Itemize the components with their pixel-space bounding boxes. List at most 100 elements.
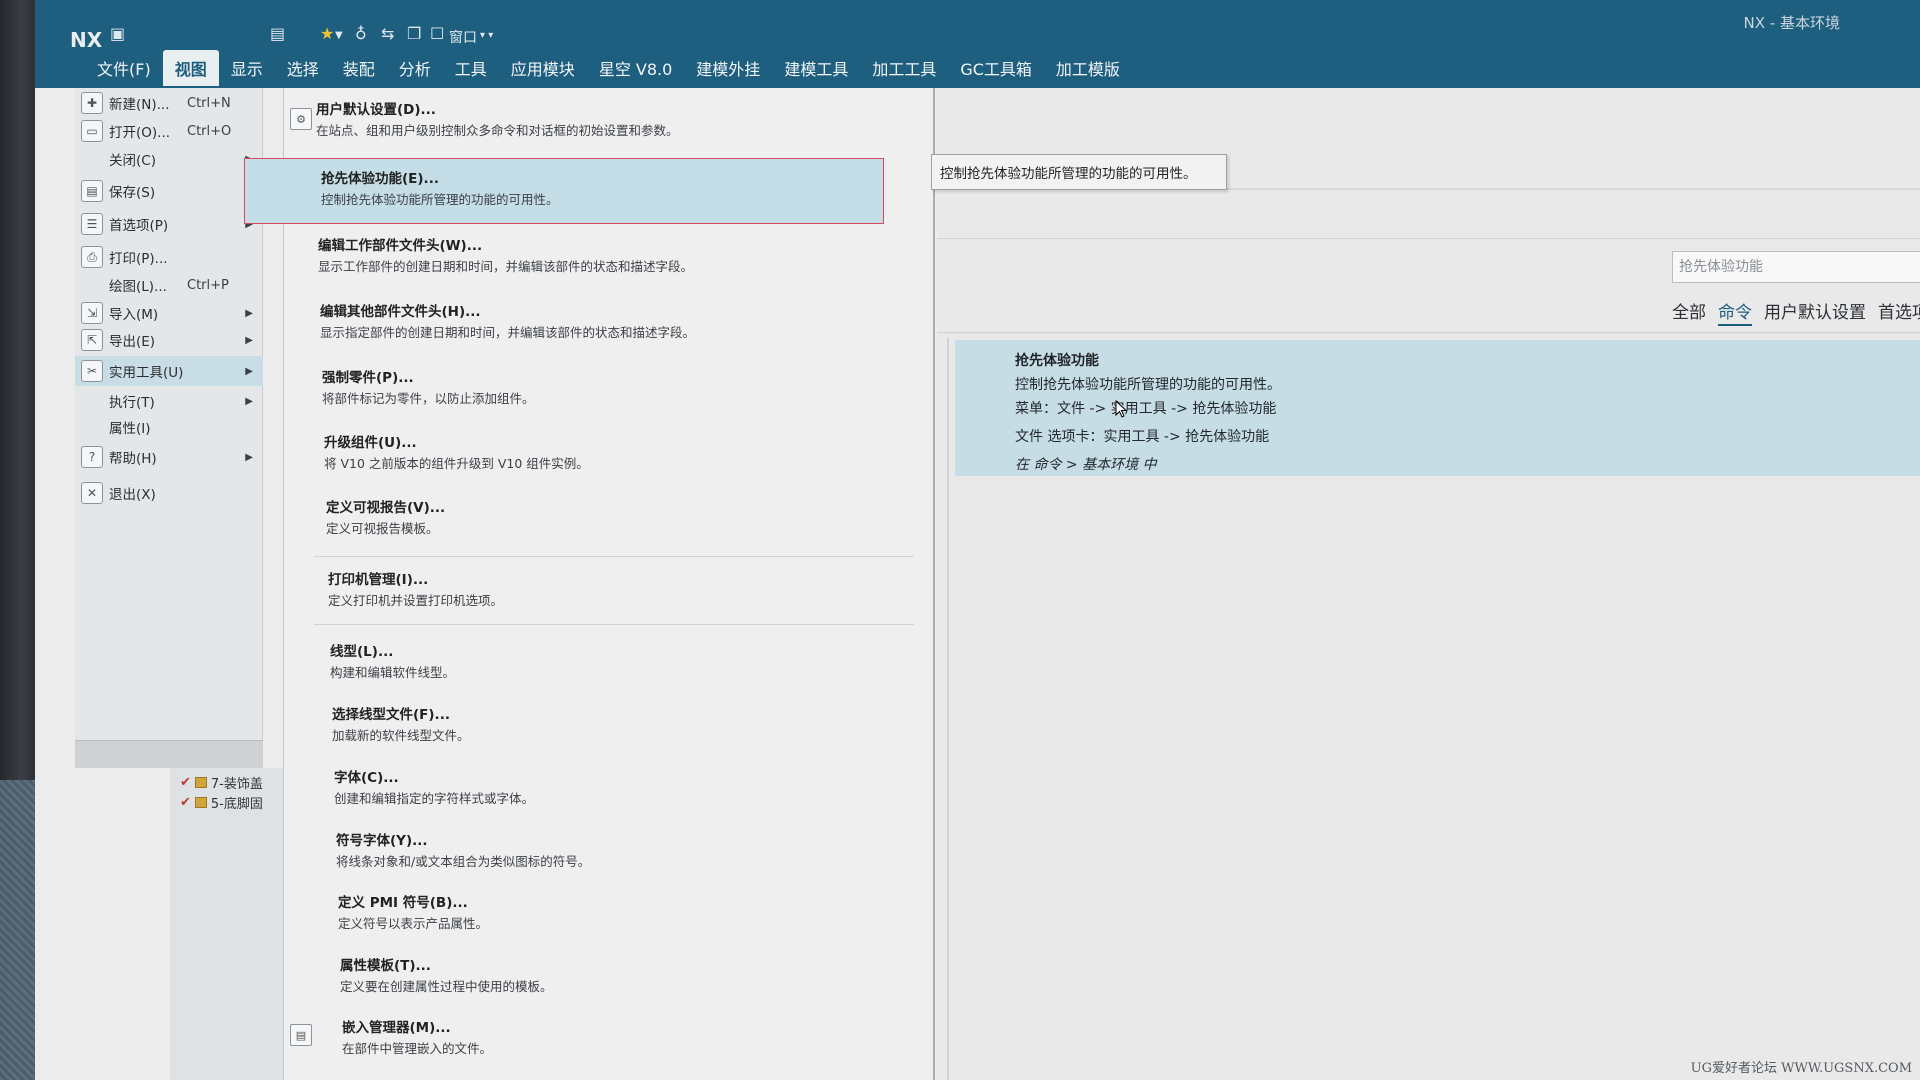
tree-item-label: 7-装饰盖 — [210, 776, 263, 792]
submenu-item-description: 将 V10 之前版本的组件升级到 V10 组件实例。 — [324, 456, 589, 471]
ribbon-tab[interactable]: 建模外挂 — [684, 50, 772, 86]
submenu-item[interactable]: 强制零件(P)... 将部件标记为零件，以防止添加组件。 — [284, 360, 924, 416]
file-menu-item[interactable]: 关闭(C)▶ — [75, 144, 263, 174]
result-title: 抢先体验功能 — [1015, 353, 1099, 369]
file-menu-item[interactable]: ? 帮助(H) ▶ — [75, 442, 263, 472]
ribbon-tab[interactable]: 选择 — [275, 50, 331, 86]
ribbon-tab[interactable]: 工具 — [443, 50, 499, 86]
submenu-item[interactable]: 编辑工作部件文件头(W)... 显示工作部件的创建日期和时间，并编辑该部件的状态和… — [284, 228, 924, 284]
scrollbar-track[interactable] — [947, 338, 949, 1080]
file-menu-label: 退出(X) — [109, 487, 156, 503]
result-description: 控制抢先体验功能所管理的功能的可用性。 — [1015, 377, 1281, 393]
file-menu-item[interactable]: ⇲ 导入(M) ▶ — [75, 298, 263, 328]
shortcut-label: Ctrl+O — [187, 123, 232, 139]
tree-row[interactable]: ✔ 5-底脚固 — [180, 792, 263, 812]
ribbon-tab[interactable]: 星空 V8.0 — [587, 50, 684, 86]
file-menu-item[interactable]: 绘图(L)... Ctrl+P — [75, 270, 263, 300]
submenu-item[interactable]: 升级组件(U)... 将 V10 之前版本的组件升级到 V10 组件实例。 — [284, 425, 924, 481]
submenu-item[interactable]: 用户默认设置(D)... 在站点、组和用户级别控制众多命令和对话框的初始设置和参数… — [284, 92, 924, 148]
print-icon: ⎙ — [81, 246, 103, 268]
file-menu-item[interactable]: ✕ 退出(X) — [75, 478, 263, 508]
filter-tab[interactable]: 全部 — [1672, 298, 1706, 326]
submenu-item-description: 将线条对象和/或文本组合为类似图标的符号。 — [336, 854, 591, 869]
utilities-icon: ✂ — [81, 360, 103, 382]
ribbon-tab[interactable]: 文件(F) — [85, 50, 163, 86]
tree-row[interactable]: ✔ 7-装饰盖 — [180, 772, 263, 792]
tooltip: 控制抢先体验功能所管理的功能的可用性。 — [931, 154, 1227, 190]
submenu-item[interactable]: 字体(C)... 创建和编辑指定的字符样式或字体。 — [284, 760, 924, 816]
ribbon-tab[interactable]: 加工工具 — [860, 50, 948, 86]
submenu-item[interactable]: 定义 PMI 符号(B)... 定义符号以表示产品属性。 — [284, 885, 924, 941]
file-menu-label: 关闭(C) — [109, 153, 156, 169]
window-tile-icon[interactable]: ❐ — [407, 24, 421, 46]
import-icon: ⇲ — [81, 302, 103, 324]
check-icon[interactable]: ✔ — [180, 795, 191, 810]
submenu-item-description: 控制抢先体验功能所管理的功能的可用性。 — [321, 192, 559, 207]
submenu-item[interactable]: 编辑其他部件文件头(H)... 显示指定部件的创建日期和时间，并编辑该部件的状态和… — [284, 294, 924, 350]
command-search-input[interactable]: 抢先体验功能 — [1672, 251, 1920, 283]
ribbon-tab[interactable]: 应用模块 — [499, 50, 587, 86]
ribbon-tab[interactable]: GC工具箱 — [948, 50, 1044, 86]
file-menu-item[interactable]: ✂ 实用工具(U) ▶ — [75, 356, 263, 386]
ribbon-tab[interactable]: 装配 — [331, 50, 387, 86]
component-icon — [194, 796, 207, 808]
ribbon-tab[interactable]: 视图 — [162, 50, 219, 86]
background-fabric — [0, 780, 35, 1080]
file-menu-label: 导出(E) — [109, 334, 156, 350]
submenu-item[interactable]: 定义可视报告(V)... 定义可视报告模板。 — [284, 490, 924, 546]
submenu-item-description: 将部件标记为零件，以防止添加组件。 — [322, 391, 535, 406]
submenu-item[interactable]: 嵌入管理器(M)... 在部件中管理嵌入的文件。 — [284, 1010, 924, 1066]
file-menu-item[interactable]: ▭ 打开(O)... Ctrl+O — [75, 116, 263, 146]
submenu-item-title: 字体(C)... — [334, 770, 399, 786]
window-icon[interactable]: ☐ — [430, 24, 444, 46]
menu-separator — [314, 624, 914, 625]
submenu-item-title: 打印机管理(I)... — [328, 572, 429, 588]
submenu-item-description: 定义可视报告模板。 — [326, 521, 439, 536]
submenu-item-description: 显示指定部件的创建日期和时间，并编辑该部件的状态和描述字段。 — [320, 325, 696, 340]
submenu-item-title: 编辑其他部件文件头(H)... — [320, 304, 481, 320]
title-bar: NX ▣ ▤ ★ ▼ ♁ ⇆ ❐ ☐ 窗口 ▾ ▾ NX - 基本环境 — [35, 0, 1920, 52]
filter-tab[interactable]: 首选项 — [1878, 298, 1920, 326]
submenu-item-description: 显示工作部件的创建日期和时间，并编辑该部件的状态和描述字段。 — [318, 259, 694, 274]
submenu-item[interactable]: 打印机管理(I)... 定义打印机并设置打印机选项。 — [284, 562, 924, 618]
filter-tab[interactable]: 用户默认设置 — [1764, 298, 1866, 326]
submenu-item[interactable]: 属性模板(T)... 定义要在创建属性过程中使用的模板。 — [284, 948, 924, 1004]
ribbon-tab[interactable]: 显示 — [219, 50, 275, 86]
microphone-icon[interactable]: ♁ — [355, 24, 367, 46]
check-icon[interactable]: ✔ — [180, 775, 191, 790]
tree-item-label: 5-底脚固 — [210, 796, 263, 812]
file-menu-label: 实用工具(U) — [109, 365, 184, 381]
submenu-item-description: 在部件中管理嵌入的文件。 — [342, 1041, 493, 1056]
ribbon-tab[interactable]: 建模工具 — [772, 50, 860, 86]
result-location: 在 命令 > 基本环境 中 — [1015, 457, 1157, 473]
file-menu-item[interactable]: ☰ 首选项(P) ▶ — [75, 209, 263, 239]
new-file-icon: ✚ — [81, 92, 103, 114]
submenu-arrow-icon: ▶ — [245, 307, 253, 319]
filter-tab[interactable]: 命令 — [1718, 298, 1752, 326]
search-result-item[interactable]: 抢先体验功能 控制抢先体验功能所管理的功能的可用性。 菜单：文件 -> 实用工具… — [955, 340, 1920, 476]
save-icon: ▤ — [81, 180, 103, 202]
file-menu-label: 新建(N)... — [109, 97, 170, 113]
save-quick-icon[interactable]: ▣ — [110, 24, 125, 46]
clipboard-icon[interactable]: ▤ — [270, 24, 285, 46]
switch-window-icon[interactable]: ⇆ — [381, 24, 394, 46]
file-menu-item[interactable]: ⇱ 导出(E) ▶ — [75, 325, 263, 355]
submenu-item-title: 强制零件(P)... — [322, 370, 414, 386]
submenu-item[interactable]: 符号字体(Y)... 将线条对象和/或文本组合为类似图标的符号。 — [284, 823, 924, 879]
ribbon-tab[interactable]: 分析 — [387, 50, 443, 86]
result-tab-path: 文件 选项卡：实用工具 -> 抢先体验功能 — [1015, 429, 1270, 445]
file-menu-item[interactable]: 属性(I) — [75, 412, 263, 442]
submenu-arrow-icon: ▶ — [245, 334, 253, 346]
submenu-arrow-icon: ▶ — [245, 395, 253, 407]
submenu-item[interactable]: 线型(L)... 构建和编辑软件线型。 — [284, 634, 924, 690]
monitor-bezel — [0, 0, 35, 1080]
file-menu-item[interactable]: ⎙ 打印(P)... — [75, 242, 263, 272]
submenu-item[interactable]: 抢先体验功能(E)... 控制抢先体验功能所管理的功能的可用性。 — [244, 158, 884, 224]
star-icon[interactable]: ★ — [320, 24, 334, 46]
file-menu-item[interactable]: ✚ 新建(N)... Ctrl+N — [75, 88, 263, 118]
submenu-item[interactable]: 选择线型文件(F)... 加载新的软件线型文件。 — [284, 697, 924, 753]
file-menu-item[interactable]: ▤保存(S)▶ — [75, 176, 263, 206]
window-menu[interactable]: 窗口 — [449, 27, 477, 49]
ribbon-tab[interactable]: 加工模版 — [1044, 50, 1132, 86]
help-icon: ? — [81, 446, 103, 468]
